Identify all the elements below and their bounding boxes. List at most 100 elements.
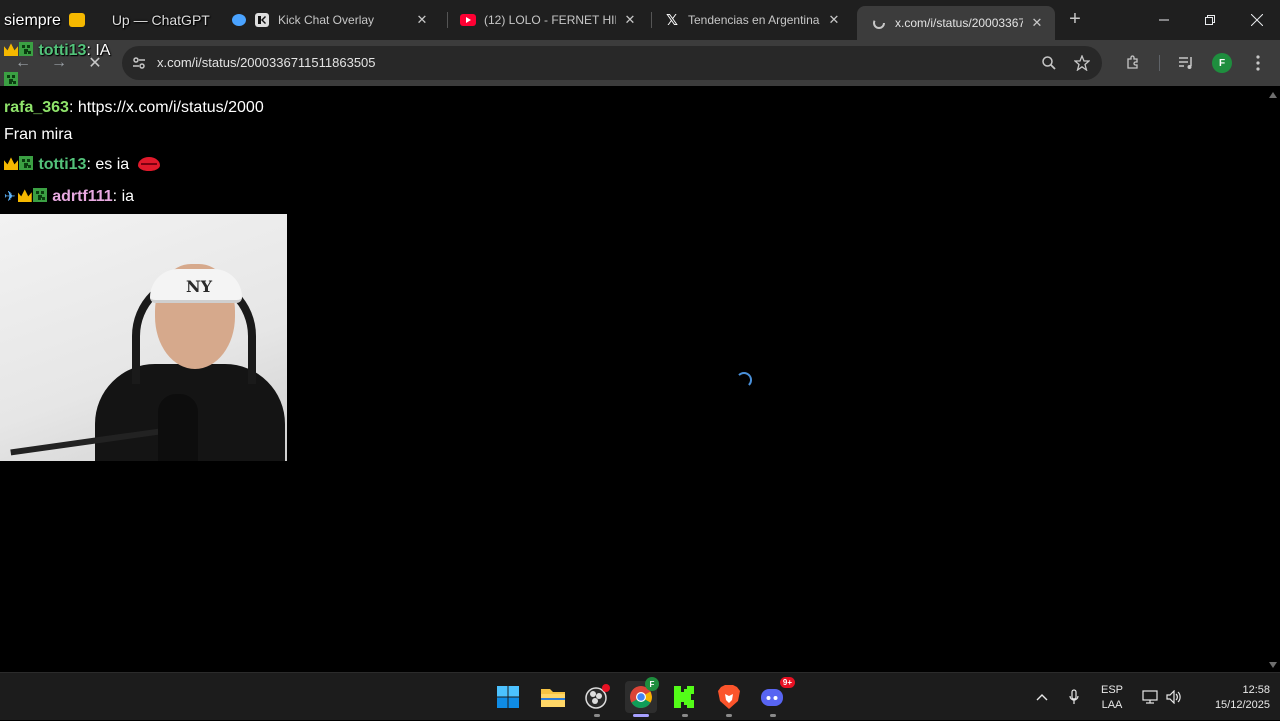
lips-emoji-icon xyxy=(137,157,160,171)
start-button[interactable] xyxy=(492,681,524,713)
keyboard-layout-code: LAA xyxy=(1101,699,1123,711)
running-indicator xyxy=(726,714,732,717)
tab-x-status-active[interactable]: x.com/i/status/20003367 ✕ xyxy=(857,6,1055,40)
tab-kick-chat-overlay[interactable]: Kick Chat Overlay ✕ xyxy=(240,0,440,40)
input-language-indicator[interactable]: ESP LAA xyxy=(1098,683,1126,713)
new-tab-button[interactable]: + xyxy=(1064,8,1086,32)
address-bar[interactable]: x.com/i/status/2000336711511863505 xyxy=(122,46,1102,80)
tab-x-tendencias[interactable]: 𝕏 Tendencias en Argentina ✕ xyxy=(650,0,852,40)
url-text[interactable]: x.com/i/status/2000336711511863505 xyxy=(157,55,376,70)
close-window-button[interactable] xyxy=(1234,0,1280,40)
profile-avatar[interactable]: F xyxy=(1212,53,1232,73)
chat-message: ✈ adrtf111: ia xyxy=(4,188,134,206)
chat-message: totti13: es ia xyxy=(4,156,160,174)
running-indicator xyxy=(682,714,688,717)
extensions-puzzle-icon[interactable] xyxy=(1122,52,1144,74)
taskbar-chrome[interactable]: F xyxy=(625,677,659,717)
obs-icon xyxy=(585,684,610,709)
windows-logo-icon xyxy=(497,686,519,708)
chrome-menu-icon[interactable] xyxy=(1247,52,1269,74)
chat-username: adrtf111 xyxy=(52,188,113,205)
taskbar-obs-studio[interactable] xyxy=(581,681,613,717)
microphone-tray-button[interactable] xyxy=(1064,673,1084,721)
chat-badge-overflow xyxy=(4,72,19,90)
crown-badge-icon xyxy=(4,43,18,56)
crown-badge-icon xyxy=(17,189,32,202)
chat-username: totti13 xyxy=(38,156,87,173)
youtube-favicon-icon xyxy=(460,12,476,28)
beanie-logo: NY xyxy=(186,277,213,296)
chat-username: rafa_363 xyxy=(4,99,69,116)
scroll-up-arrow-icon[interactable] xyxy=(1269,92,1277,98)
x-logo-icon: 𝕏 xyxy=(665,12,679,29)
kick-favicon-icon xyxy=(254,12,270,28)
volume-tray-button[interactable] xyxy=(1164,673,1184,721)
discord-notification-badge: 9+ xyxy=(779,677,795,688)
chat-text: : IA xyxy=(86,42,111,59)
vertical-scrollbar[interactable] xyxy=(1266,86,1280,672)
clock-time: 12:58 xyxy=(1242,684,1270,696)
tab-close-icon[interactable]: ✕ xyxy=(622,12,638,28)
clock-date: 15/12/2025 xyxy=(1214,699,1270,711)
zoom-icon[interactable] xyxy=(1040,54,1058,72)
chevron-up-icon xyxy=(1036,694,1048,701)
running-indicator xyxy=(770,714,776,717)
network-ethernet-icon xyxy=(1142,690,1158,704)
webcam-feed: NY xyxy=(0,214,287,461)
creeper-badge-icon xyxy=(19,156,33,170)
brave-lion-icon xyxy=(718,685,740,709)
browser-toolbar: ← → ✕ x.com/i/status/2000336711511863505… xyxy=(0,40,1280,86)
restore-icon xyxy=(1205,15,1215,25)
chat-text: : ia xyxy=(112,188,135,205)
language-code: ESP xyxy=(1100,684,1123,696)
loading-spinner-icon xyxy=(736,372,752,388)
tab-title: Tendencias en Argentina xyxy=(688,13,820,27)
microphone-icon xyxy=(158,394,198,461)
tab-youtube-lolo[interactable]: (12) LOLO - FERNET HIELO ✕ xyxy=(446,0,648,40)
creeper-badge-icon xyxy=(32,188,47,202)
loading-favicon-icon xyxy=(871,15,887,31)
taskbar-file-explorer[interactable] xyxy=(537,681,569,713)
creeper-badge-icon xyxy=(4,72,18,86)
creeper-badge-icon xyxy=(19,42,33,56)
speaker-icon xyxy=(1166,690,1181,704)
taskbar-clock[interactable]: 12:58 15/12/2025 xyxy=(1194,683,1270,713)
chat-message: rafa_363: https://x.com/i/status/2000 xyxy=(4,99,264,117)
chat-text: Fran mira xyxy=(4,126,73,143)
chat-text: : https://x.com/i/status/2000 xyxy=(68,99,264,116)
site-info-icon[interactable] xyxy=(131,55,147,71)
chat-username: totti13 xyxy=(38,42,87,59)
tab-close-icon[interactable]: ✕ xyxy=(414,12,430,28)
chat-text: : es ia xyxy=(86,156,130,173)
beanie-hat: NY xyxy=(150,269,242,303)
taskbar-kick[interactable] xyxy=(669,681,701,717)
windows-taskbar: F 9+ ESP LAA 12:58 15/12/2025 xyxy=(0,672,1280,720)
media-controls-icon[interactable] xyxy=(1175,52,1197,74)
tab-title: x.com/i/status/20003367 xyxy=(895,16,1023,30)
taskbar-brave[interactable] xyxy=(713,681,745,717)
taskbar-discord[interactable]: 9+ xyxy=(757,677,795,717)
heart-emoji-icon xyxy=(232,14,247,26)
show-hidden-icons-button[interactable] xyxy=(1032,673,1052,721)
kick-logo-icon xyxy=(674,686,694,708)
sword-badge-icon: ✈ xyxy=(4,188,16,204)
chat-partial-text: siempre xyxy=(4,12,61,29)
toolbar-separator xyxy=(1159,55,1160,71)
tab-close-icon[interactable]: ✕ xyxy=(826,12,842,28)
active-indicator xyxy=(633,714,649,717)
tab-title: (12) LOLO - FERNET HIELO xyxy=(484,13,616,27)
network-tray-button[interactable] xyxy=(1140,673,1160,721)
chat-message-continued: Fran mira xyxy=(4,126,72,144)
discord-icon xyxy=(761,689,783,706)
minimize-button[interactable] xyxy=(1141,0,1187,40)
bookmark-star-icon[interactable] xyxy=(1073,54,1091,72)
tab-close-icon[interactable]: ✕ xyxy=(1029,15,1045,31)
scroll-down-arrow-icon[interactable] xyxy=(1269,662,1277,668)
close-icon xyxy=(1251,14,1263,26)
hands-emoji-icon xyxy=(69,13,86,27)
chat-message: totti13: IA xyxy=(4,42,110,60)
tab-title: Kick Chat Overlay xyxy=(278,13,375,27)
restore-button[interactable] xyxy=(1187,0,1233,40)
chat-partial-line: siempre Up — ChatGPT xyxy=(4,12,247,30)
running-indicator xyxy=(594,714,600,717)
